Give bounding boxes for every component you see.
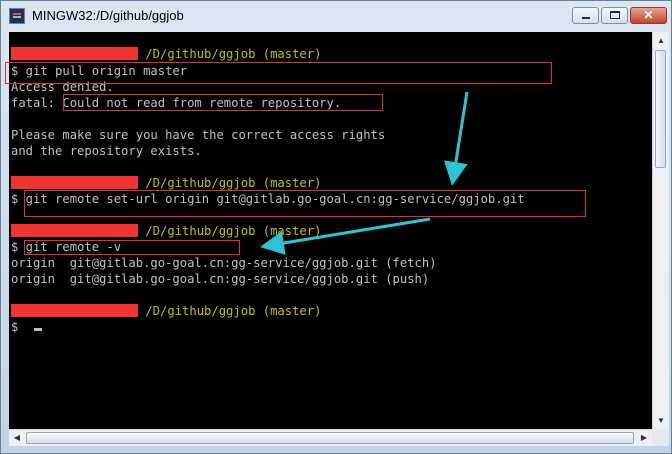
input-line[interactable]: $: [11, 319, 42, 335]
output-line: origin git@gitlab.go-goal.cn:gg-service/…: [11, 272, 430, 286]
command-line: $ git remote -v: [11, 240, 122, 254]
prompt-line: /D/github/ggjob (master): [11, 175, 321, 191]
horizontal-scrollbar[interactable]: ◀ ▶: [9, 429, 652, 446]
terminal-window: MINGW32:/D/github/ggjob ✕ /D/github/ggjo…: [0, 0, 672, 454]
terminal-output[interactable]: /D/github/ggjob (master) $ git pull orig…: [9, 32, 652, 429]
redacted-username: [11, 304, 138, 317]
prompt-path: /D/github/ggjob (master): [145, 224, 322, 238]
scroll-right-icon[interactable]: ▶: [636, 430, 652, 446]
redacted-username: [11, 176, 138, 189]
maximize-icon: [610, 11, 620, 19]
title-bar[interactable]: MINGW32:/D/github/ggjob ✕: [1, 1, 671, 31]
resize-grip[interactable]: [652, 429, 669, 446]
scroll-left-icon[interactable]: ◀: [9, 430, 25, 446]
text-cursor: [33, 328, 42, 331]
scrollbar-thumb[interactable]: [655, 50, 666, 168]
maximize-button[interactable]: [601, 7, 628, 24]
prompt-path: /D/github/ggjob (master): [145, 176, 322, 190]
error-line: fatal: Could not read from remote reposi…: [11, 96, 342, 110]
prompt-line: /D/github/ggjob (master): [11, 46, 321, 62]
output-line: and the repository exists.: [11, 144, 202, 158]
minimize-icon: [582, 17, 590, 19]
output-line: Please make sure you have the correct ac…: [11, 128, 386, 142]
redacted-username: [11, 224, 138, 237]
close-button[interactable]: ✕: [630, 7, 667, 24]
prompt-symbol: $: [11, 320, 26, 334]
terminal-icon[interactable]: [9, 8, 25, 24]
output-line: Access denied.: [11, 80, 114, 94]
prompt-path: /D/github/ggjob (master): [145, 47, 322, 61]
vertical-scrollbar[interactable]: ▲ ▼: [652, 32, 669, 429]
redacted-username: [11, 47, 138, 60]
prompt-path: /D/github/ggjob (master): [145, 304, 322, 318]
close-icon: ✕: [643, 8, 654, 22]
minimize-button[interactable]: [572, 7, 599, 24]
command-line: $ git pull origin master: [11, 64, 188, 78]
scroll-up-icon[interactable]: ▲: [653, 32, 669, 49]
scroll-down-icon[interactable]: ▼: [653, 412, 669, 429]
horizontal-scrollbar-thumb[interactable]: [26, 432, 634, 444]
command-line: $ git remote set-url origin git@gitlab.g…: [11, 192, 525, 206]
prompt-line: /D/github/ggjob (master): [11, 223, 321, 239]
prompt-line: /D/github/ggjob (master): [11, 303, 321, 319]
window-title: MINGW32:/D/github/ggjob: [32, 8, 184, 23]
output-line: origin git@gitlab.go-goal.cn:gg-service/…: [11, 256, 437, 270]
